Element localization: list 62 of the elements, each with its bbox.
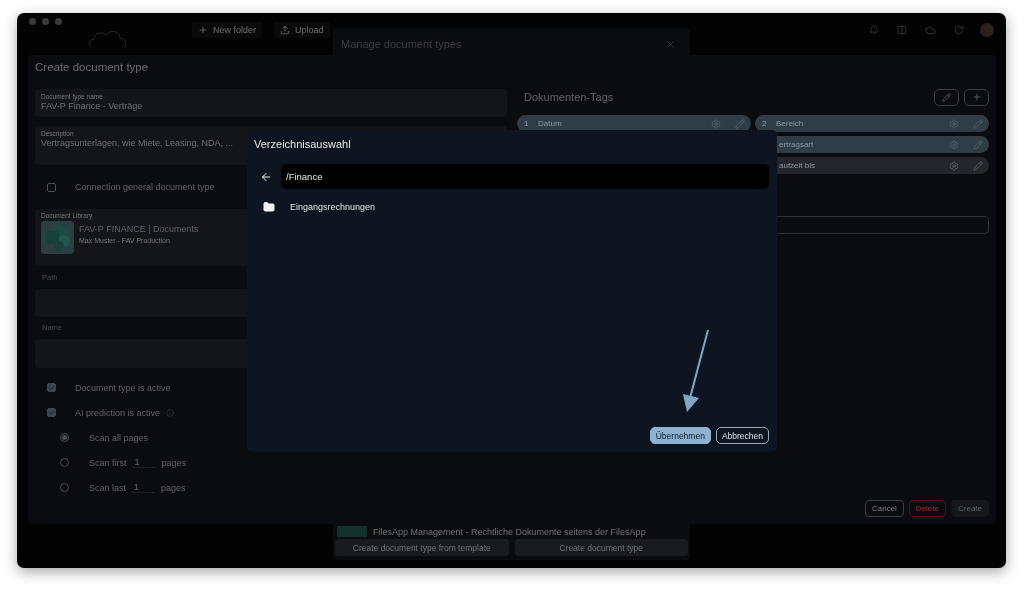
tag-label: ertragsart xyxy=(779,140,815,149)
settings-icon[interactable] xyxy=(949,160,959,171)
settings-icon[interactable] xyxy=(949,118,959,129)
library-name: FAV-P FINANCE | Documents xyxy=(79,224,199,234)
path-field[interactable]: /Finance xyxy=(281,164,769,189)
folder-icon[interactable] xyxy=(263,201,275,213)
checkbox[interactable] xyxy=(47,408,56,417)
pencil-icon[interactable] xyxy=(735,118,745,129)
add-button[interactable] xyxy=(964,88,989,106)
upload-icon xyxy=(280,25,291,35)
tag-number: 2 xyxy=(762,119,768,128)
checkbox-label: Connection general document type xyxy=(75,182,215,192)
columns-icon[interactable] xyxy=(897,25,907,35)
close-icon[interactable] xyxy=(665,38,676,50)
info-icon[interactable] xyxy=(166,408,175,417)
window-dot[interactable] xyxy=(29,17,36,25)
plus-icon xyxy=(971,92,982,102)
dialog-button[interactable]: Übernehmen xyxy=(649,427,711,444)
tag-chip[interactable]: 2 Bereich xyxy=(755,115,989,132)
pencil-icon[interactable] xyxy=(973,118,983,129)
tag-label: Datum xyxy=(538,119,563,128)
panel-title: Create document type xyxy=(35,61,150,75)
unit-label: pages xyxy=(161,457,187,468)
window-dot[interactable] xyxy=(42,17,49,25)
radio-label: Scan all pages xyxy=(89,432,149,443)
folder-name[interactable]: Eingangsrechnungen xyxy=(290,202,376,212)
checkbox[interactable] xyxy=(47,182,56,192)
unit-label: pages xyxy=(161,482,186,493)
refresh-icon[interactable] xyxy=(954,25,964,35)
radio-label: Scan last xyxy=(89,482,127,493)
footer-button[interactable]: Cancel xyxy=(864,500,904,517)
plus-icon xyxy=(198,25,208,35)
settings-icon[interactable] xyxy=(711,118,721,129)
footer-button[interactable]: Delete xyxy=(908,500,946,517)
pencil-icon[interactable] xyxy=(973,160,983,171)
modal-button[interactable]: Create document type from template xyxy=(335,539,509,556)
bell-icon[interactable] xyxy=(869,25,879,35)
window-dot[interactable] xyxy=(55,17,62,25)
page-count-field[interactable]: 1 xyxy=(132,482,156,493)
tags-title: Dokumenten-Tags xyxy=(524,91,614,103)
checkbox-label: AI prediction is active xyxy=(75,407,161,418)
radio-button[interactable] xyxy=(60,433,69,442)
settings-icon[interactable] xyxy=(949,139,959,150)
edit-button[interactable] xyxy=(934,88,959,106)
toolbar-button[interactable]: Upload xyxy=(274,22,330,38)
modal-button[interactable]: Create document type xyxy=(514,539,688,556)
list-item-title[interactable]: FilesApp Management - Rechtliche Dokumente seitens der FilesApp xyxy=(373,526,646,537)
tag-number: 1 xyxy=(524,119,530,128)
pencil-icon[interactable] xyxy=(973,139,983,150)
checkbox-label: Document type is active xyxy=(75,382,171,393)
page-count-field[interactable]: 1 xyxy=(132,457,156,468)
radio-label: Scan first xyxy=(89,457,127,468)
cloud-logo-icon xyxy=(88,29,128,47)
checkbox[interactable] xyxy=(47,383,56,392)
avatar[interactable] xyxy=(980,23,994,37)
toolbar-button[interactable]: New folder xyxy=(192,22,263,38)
pencil-icon xyxy=(942,92,951,102)
tag-label: aufzeit bis xyxy=(779,161,817,170)
dialog-title: Verzeichnisauswahl xyxy=(254,138,352,152)
tag-label: Bereich xyxy=(776,119,805,128)
cloud-icon[interactable] xyxy=(925,24,936,36)
dialog-button[interactable]: Abbrechen xyxy=(715,427,769,444)
